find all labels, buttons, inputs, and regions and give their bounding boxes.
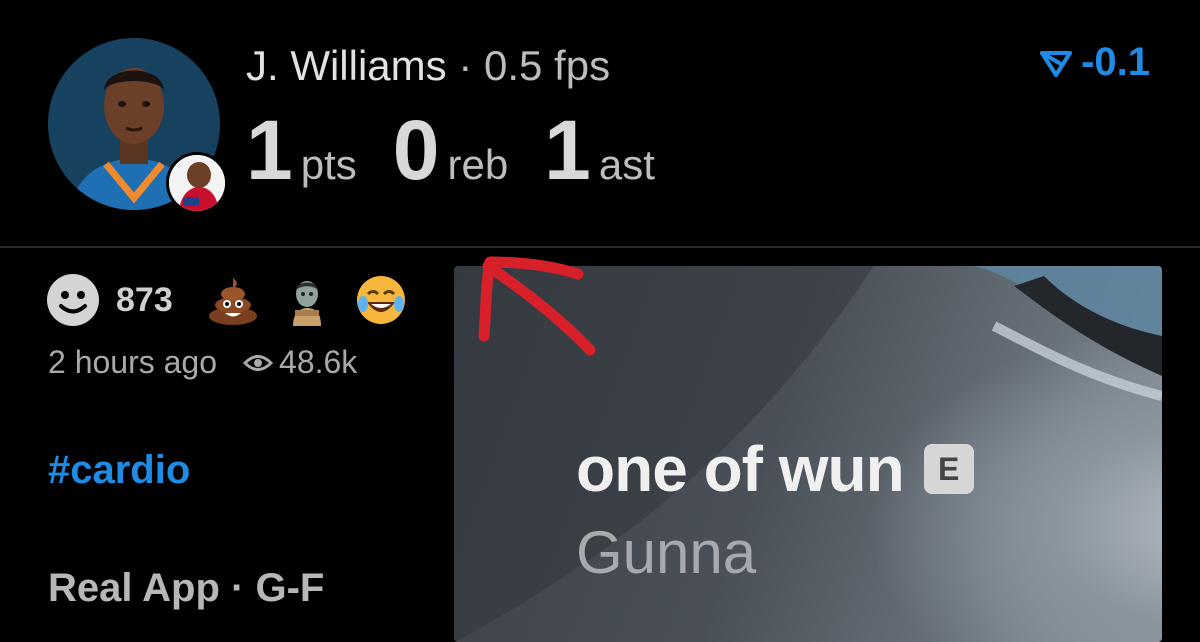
player-header-line: J. Williams · 0.5 fps bbox=[246, 38, 610, 94]
assists-value: 1 bbox=[544, 103, 591, 197]
annotation-arrow-icon bbox=[478, 256, 596, 356]
rating-value: -0.1 bbox=[1081, 40, 1150, 84]
reaction-count: 873 bbox=[116, 280, 173, 319]
explicit-badge: E bbox=[923, 444, 974, 494]
source-app: Real App bbox=[48, 566, 220, 610]
points-value: 1 bbox=[246, 103, 293, 197]
zombie-emoji-icon[interactable] bbox=[281, 274, 333, 326]
rating-indicator[interactable]: -0.1 bbox=[1039, 40, 1150, 85]
team-badge-avatar bbox=[166, 152, 228, 214]
poop-emoji-icon[interactable] bbox=[207, 274, 259, 326]
source-line: Real App · G-F bbox=[48, 566, 324, 611]
name-separator: · bbox=[458, 42, 473, 89]
source-position: G-F bbox=[255, 566, 325, 610]
view-count: 48.6k bbox=[243, 344, 357, 381]
view-count-value: 48.6k bbox=[279, 344, 358, 380]
eye-icon bbox=[243, 354, 274, 371]
laughing-crying-emoji-icon[interactable] bbox=[355, 274, 407, 326]
fps-value: 0.5 fps bbox=[484, 42, 611, 89]
stat-line: 1 pts 0 reb 1 ast bbox=[246, 104, 691, 196]
song-artist: Gunna bbox=[576, 519, 757, 586]
points-unit: pts bbox=[300, 141, 357, 188]
post-meta: 2 hours ago 48.6k bbox=[48, 344, 357, 381]
song-title-line: one of wun E bbox=[576, 432, 974, 506]
rebounds-unit: reb bbox=[447, 141, 509, 188]
hashtag-link[interactable]: #cardio bbox=[48, 448, 190, 493]
assists-unit: ast bbox=[598, 141, 655, 188]
rebounds-value: 0 bbox=[392, 103, 440, 197]
rating-down-arrow-icon bbox=[1040, 50, 1073, 77]
smiley-face-icon[interactable] bbox=[46, 273, 100, 327]
post-time: 2 hours ago bbox=[48, 344, 218, 380]
source-separator: · bbox=[231, 566, 245, 610]
song-title: one of wun bbox=[576, 433, 905, 505]
reactions-bar: 873 bbox=[46, 272, 429, 328]
player-name[interactable]: J. Williams bbox=[246, 42, 447, 89]
